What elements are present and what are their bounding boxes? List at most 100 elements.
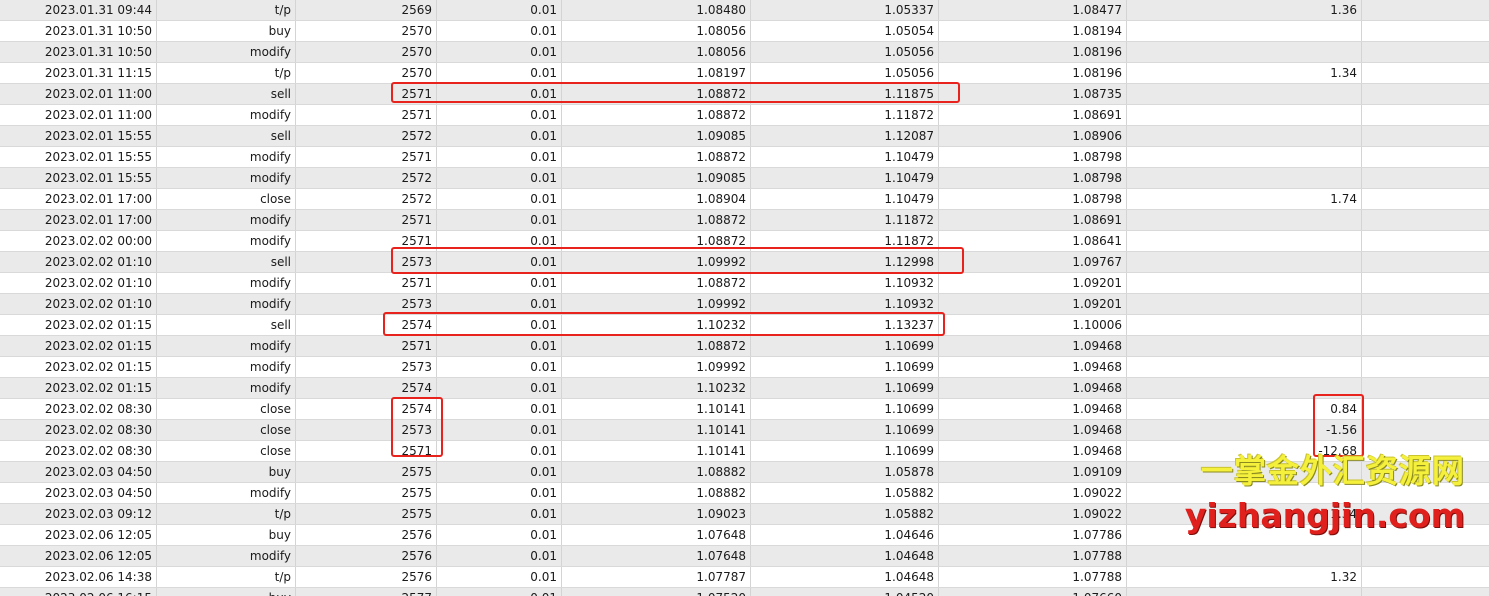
cell-size: 0.01	[437, 315, 562, 335]
cell-order: 2571	[296, 105, 437, 125]
table-row[interactable]: 2023.02.06 16:15buy25770.011.075201.0452…	[0, 588, 1489, 596]
cell-order: 2574	[296, 399, 437, 419]
cell-tp: 1.08798	[939, 147, 1127, 167]
cell-type: modify	[157, 378, 296, 398]
cell-price: 1.08872	[562, 210, 751, 230]
cell-order: 2574	[296, 315, 437, 335]
cell-empty	[1362, 168, 1489, 188]
table-row[interactable]: 2023.02.02 08:30 close 2573 0.01 1.10141 1.10…	[0, 420, 1489, 441]
cell-sl: 1.10932	[751, 273, 939, 293]
cell-profit	[1127, 546, 1362, 566]
cell-price: 1.08872	[562, 105, 751, 125]
cell-order: 2571	[296, 231, 437, 251]
cell-price: 1.10141	[562, 441, 751, 461]
cell-size: 0.01	[437, 588, 562, 596]
cell-order: 2571	[296, 273, 437, 293]
cell-profit	[1127, 126, 1362, 146]
table-row[interactable]: 2023.02.01 11:00 sell 2571 0.01 1.08872 1.118…	[0, 84, 1489, 105]
cell-type: modify	[157, 357, 296, 377]
cell-time: 2023.02.02 01:15	[0, 357, 157, 377]
cell-order: 2570	[296, 42, 437, 62]
cell-order: 2570	[296, 63, 437, 83]
table-row[interactable]: 2023.02.06 14:38 t/p 2576 0.01 1.07787 1.0464…	[0, 567, 1489, 588]
table-row[interactable]: 2023.01.31 10:50 buy 2570 0.01 1.08056 1.0505…	[0, 21, 1489, 42]
table-row[interactable]: 2023.02.01 15:55 modify 2571 0.01 1.08872 1.1…	[0, 147, 1489, 168]
cell-tp: 1.08906	[939, 126, 1127, 146]
table-row[interactable]: 2023.02.02 01:15 sell 2574 0.01 1.10232 1.132…	[0, 315, 1489, 336]
table-row[interactable]: 2023.02.02 01:10 modify 2573 0.01 1.09992 1.1…	[0, 294, 1489, 315]
cell-empty	[1362, 210, 1489, 230]
table-row[interactable]: 2023.02.02 00:00 modify 2571 0.01 1.08872 1.1…	[0, 231, 1489, 252]
table-row[interactable]: 2023.02.06 12:05 modify 2576 0.01 1.07648 1.0…	[0, 546, 1489, 567]
cell-type: modify	[157, 231, 296, 251]
table-row[interactable]: 2023.02.02 01:15 modify 2573 0.01 1.09992 1.1…	[0, 357, 1489, 378]
cell-size: 0.01	[437, 525, 562, 545]
table-row[interactable]: 2023.02.01 17:00 modify 2571 0.01 1.08872 1.1…	[0, 210, 1489, 231]
cell-tp: 1.09109	[939, 462, 1127, 482]
cell-tp: 1.08196	[939, 42, 1127, 62]
table-row[interactable]: 2023.02.01 17:00 close 2572 0.01 1.08904 1.10…	[0, 189, 1489, 210]
cell-empty	[1362, 315, 1489, 335]
cell-tp: 1.09468	[939, 336, 1127, 356]
cell-empty	[1362, 588, 1489, 596]
table-row[interactable]: 2023.01.31 10:50 modify 2570 0.01 1.08056 1.0…	[0, 42, 1489, 63]
cell-sl: 1.10699	[751, 399, 939, 419]
cell-empty	[1362, 126, 1489, 146]
cell-profit: 1.34	[1127, 63, 1362, 83]
cell-size: 0.01	[437, 420, 562, 440]
cell-empty	[1362, 105, 1489, 125]
cell-size: 0.01	[437, 126, 562, 146]
cell-tp: 1.08194	[939, 21, 1127, 41]
cell-sl: 1.10479	[751, 168, 939, 188]
cell-sl: 1.04520	[751, 588, 939, 596]
table-row[interactable]: 2023.02.02 01:10 sell 2573 0.01 1.09992 1.129…	[0, 252, 1489, 273]
cell-order: 2576	[296, 525, 437, 545]
table-row[interactable]: 2023.02.02 01:15 modify 2571 0.01 1.08872 1.1…	[0, 336, 1489, 357]
cell-time: 2023.02.03 04:50	[0, 462, 157, 482]
cell-time: 2023.02.02 01:10	[0, 273, 157, 293]
cell-size: 0.01	[437, 504, 562, 524]
cell-size: 0.01	[437, 462, 562, 482]
cell-order: 2576	[296, 546, 437, 566]
cell-profit	[1127, 294, 1362, 314]
cell-order: 2576	[296, 567, 437, 587]
cell-type: t/p	[157, 63, 296, 83]
table-row[interactable]: 2023.02.01 15:55 sell 2572 0.01 1.09085 1.120…	[0, 126, 1489, 147]
cell-order: 2572	[296, 189, 437, 209]
cell-sl: 1.10932	[751, 294, 939, 314]
cell-price: 1.07520	[562, 588, 751, 596]
cell-empty	[1362, 336, 1489, 356]
cell-profit	[1127, 147, 1362, 167]
cell-size: 0.01	[437, 294, 562, 314]
cell-type: modify	[157, 273, 296, 293]
table-row[interactable]: 2023.02.02 01:10 modify 2571 0.01 1.08872 1.1…	[0, 273, 1489, 294]
cell-time: 2023.02.03 04:50	[0, 483, 157, 503]
cell-sl: 1.05878	[751, 462, 939, 482]
table-row[interactable]: 2023.02.02 08:30 close 2574 0.01 1.10141 1.10…	[0, 399, 1489, 420]
cell-empty	[1362, 147, 1489, 167]
cell-order: 2573	[296, 294, 437, 314]
table-row[interactable]: 2023.02.01 11:00 modify 2571 0.01 1.08872 1.1…	[0, 105, 1489, 126]
cell-empty	[1362, 0, 1489, 20]
cell-tp: 1.08691	[939, 210, 1127, 230]
watermark-chinese: 一掌金外汇资源网	[1200, 452, 1465, 490]
cell-tp: 1.08196	[939, 63, 1127, 83]
table-row[interactable]: 2023.01.31 11:15 t/p 2570 0.01 1.08197 1.0505…	[0, 63, 1489, 84]
table-row[interactable]: 2023.02.02 01:15 modify 2574 0.01 1.10232 1.1…	[0, 378, 1489, 399]
cell-time: 2023.02.02 08:30	[0, 441, 157, 461]
cell-sl: 1.10479	[751, 147, 939, 167]
table-row[interactable]: 2023.01.31 09:44 t/p 2569 0.01 1.08480 1.0533…	[0, 0, 1489, 21]
table-row[interactable]: 2023.02.01 15:55 modify 2572 0.01 1.09085 1.1…	[0, 168, 1489, 189]
cell-type: buy	[157, 21, 296, 41]
cell-time: 2023.02.02 01:15	[0, 336, 157, 356]
cell-tp: 1.07788	[939, 567, 1127, 587]
cell-size: 0.01	[437, 231, 562, 251]
cell-profit	[1127, 315, 1362, 335]
cell-time: 2023.01.31 09:44	[0, 0, 157, 20]
cell-tp: 1.09468	[939, 378, 1127, 398]
cell-empty	[1362, 357, 1489, 377]
cell-type: modify	[157, 546, 296, 566]
cell-type: modify	[157, 483, 296, 503]
cell-time: 2023.02.02 08:30	[0, 420, 157, 440]
cell-sl: 1.05056	[751, 42, 939, 62]
